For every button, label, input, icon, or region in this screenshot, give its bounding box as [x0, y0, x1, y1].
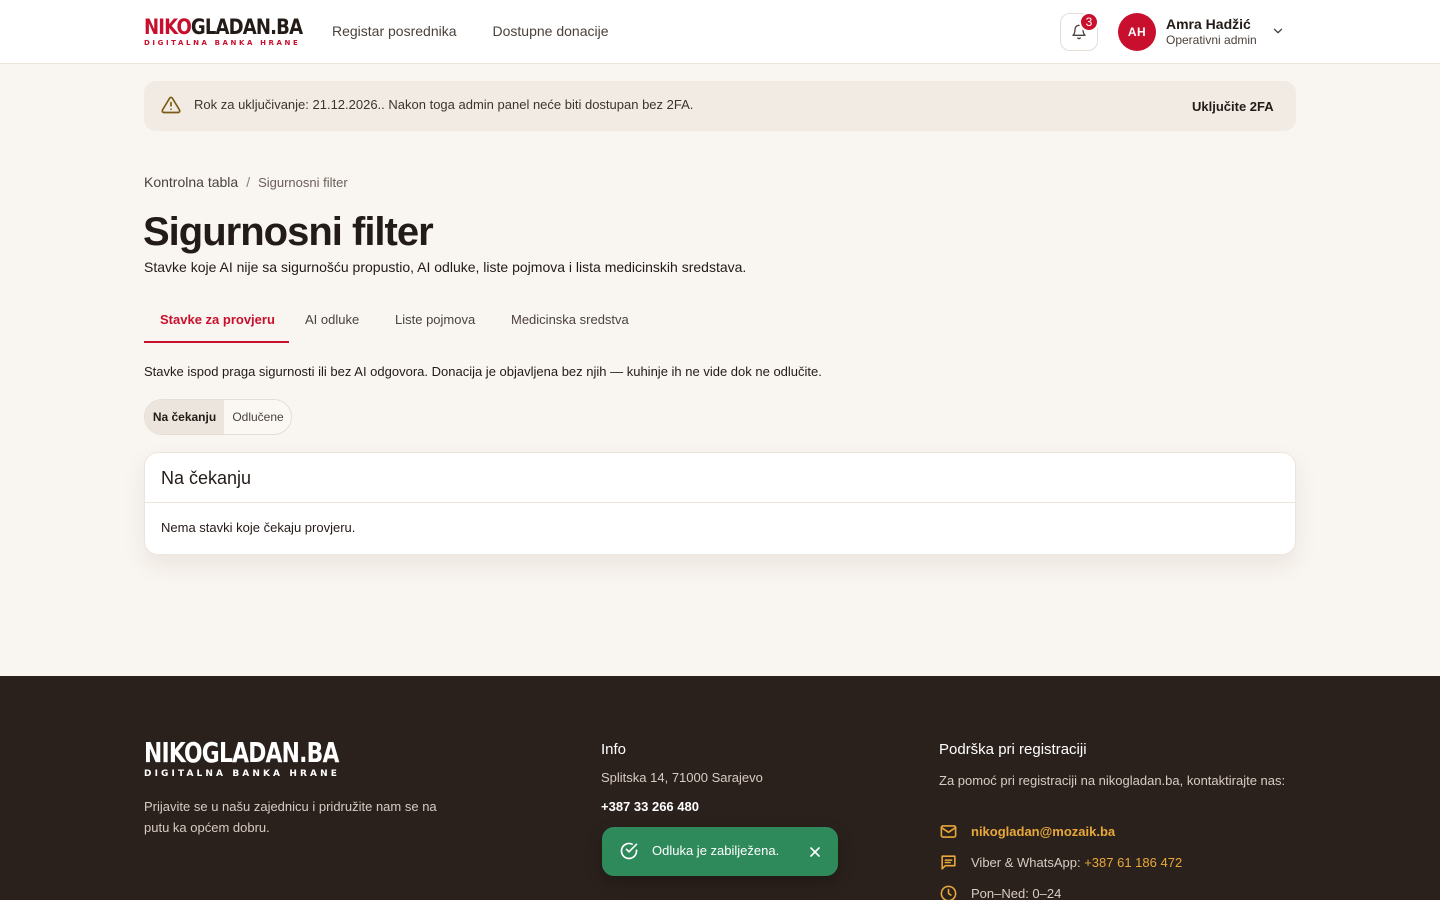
- footer-logo[interactable]: NIKOGLADAN.BA DIGITALNA BANKA HRANE: [144, 738, 394, 780]
- breadcrumb-separator: /: [246, 174, 251, 190]
- footer-support-text: Za pomoć pri registraciji na nikogladan.…: [939, 773, 1286, 788]
- card-divider: [145, 502, 1295, 503]
- footer-logo-wordmark: NIKOGLADAN.BA: [144, 736, 339, 769]
- breadcrumb: Kontrolna tabla / Sigurnosni filter: [144, 174, 348, 190]
- enable-2fa-button[interactable]: Uključite 2FA: [1192, 99, 1274, 114]
- tab-liste-pojmova[interactable]: Liste pojmova: [395, 312, 475, 327]
- breadcrumb-kontrolna-tabla[interactable]: Kontrolna tabla: [144, 174, 238, 190]
- nav-registar-posrednika[interactable]: Registar posrednika: [332, 23, 457, 39]
- success-toast: Odluka je zabilježena.: [602, 827, 838, 876]
- footer-hours: Pon–Ned: 0–24: [971, 885, 1062, 900]
- user-role: Operativni admin: [1166, 33, 1257, 47]
- filter-odlucene[interactable]: Odlučene: [224, 400, 291, 434]
- twofa-warning-banner: Rok za uključivanje: 21.12.2026.. Nakon …: [144, 81, 1296, 131]
- tab-bar: Stavke za provjeru AI odluke Liste pojmo…: [144, 298, 1296, 344]
- tab-ai-odluke[interactable]: AI odluke: [305, 312, 359, 327]
- status-filter: Na čekanju Odlučene: [144, 399, 292, 435]
- mail-icon: [940, 824, 957, 838]
- filter-na-cekanju[interactable]: Na čekanju: [145, 400, 224, 434]
- top-header: NIKOGLADAN.BA DIGITALNA BANKA HRANE Regi…: [0, 0, 1440, 64]
- pending-items-card: Na čekanju Nema stavki koje čekaju provj…: [144, 452, 1296, 555]
- card-title: Na čekanju: [161, 468, 252, 488]
- logo[interactable]: NIKOGLADAN.BA DIGITALNA BANKA HRANE: [144, 15, 303, 48]
- tab-description: Stavke ispod praga sigurnosti ili bez AI…: [144, 364, 822, 379]
- chevron-down-icon[interactable]: [1271, 24, 1285, 38]
- check-circle-icon: [620, 842, 638, 860]
- footer-info-heading: Info: [601, 741, 627, 758]
- footer-email-row: nikogladan@mozaik.ba: [939, 821, 1115, 841]
- footer-messenger-row: Viber & WhatsApp: +387 61 186 472: [939, 852, 1182, 872]
- page-subtitle: Stavke koje AI nije sa sigurnošću propus…: [144, 259, 747, 275]
- warning-icon: [161, 96, 181, 114]
- tab-stavke-za-provjeru[interactable]: Stavke za provjeru: [160, 312, 275, 327]
- banner-text: Rok za uključivanje: 21.12.2026.. Nakon …: [194, 97, 694, 112]
- footer-address: Splitska 14, 71000 Sarajevo: [601, 770, 763, 785]
- footer-messenger-phone[interactable]: +387 61 186 472: [1084, 855, 1182, 870]
- avatar[interactable]: AH: [1118, 13, 1156, 51]
- tab-medicinska-sredstva[interactable]: Medicinska sredstva: [511, 312, 629, 327]
- breadcrumb-current: Sigurnosni filter: [258, 175, 348, 190]
- close-icon[interactable]: [807, 844, 823, 860]
- empty-state-text: Nema stavki koje čekaju provjeru.: [161, 520, 356, 535]
- user-name[interactable]: Amra Hadžić: [1166, 16, 1251, 32]
- active-tab-indicator: [144, 341, 289, 343]
- footer-messenger: Viber & WhatsApp: +387 61 186 472: [971, 854, 1183, 870]
- toast-message: Odluka je zabilježena.: [652, 843, 780, 858]
- footer-support-heading: Podrška pri registraciji: [939, 741, 1087, 758]
- chat-icon: [941, 854, 956, 870]
- notification-count-badge: 3: [1079, 12, 1099, 32]
- nav-dostupne-donacije[interactable]: Dostupne donacije: [493, 23, 609, 39]
- footer-logo-tagline: DIGITALNA BANKA HRANE: [144, 769, 340, 779]
- footer-hours-row: Pon–Ned: 0–24: [939, 883, 1061, 900]
- main-nav: Registar posrednika Dostupne donacije: [332, 23, 609, 39]
- footer-phone[interactable]: +387 33 266 480: [601, 799, 699, 814]
- footer-about: Prijavite se u našu zajednicu i pridruži…: [144, 799, 437, 835]
- logo-wordmark: NIKOGLADAN.BA: [144, 15, 303, 39]
- clock-icon: [940, 885, 957, 900]
- footer-email-link[interactable]: nikogladan@mozaik.ba: [971, 824, 1115, 839]
- page-title: Sigurnosni filter: [143, 210, 434, 254]
- logo-tagline: DIGITALNA BANKA HRANE: [144, 39, 301, 47]
